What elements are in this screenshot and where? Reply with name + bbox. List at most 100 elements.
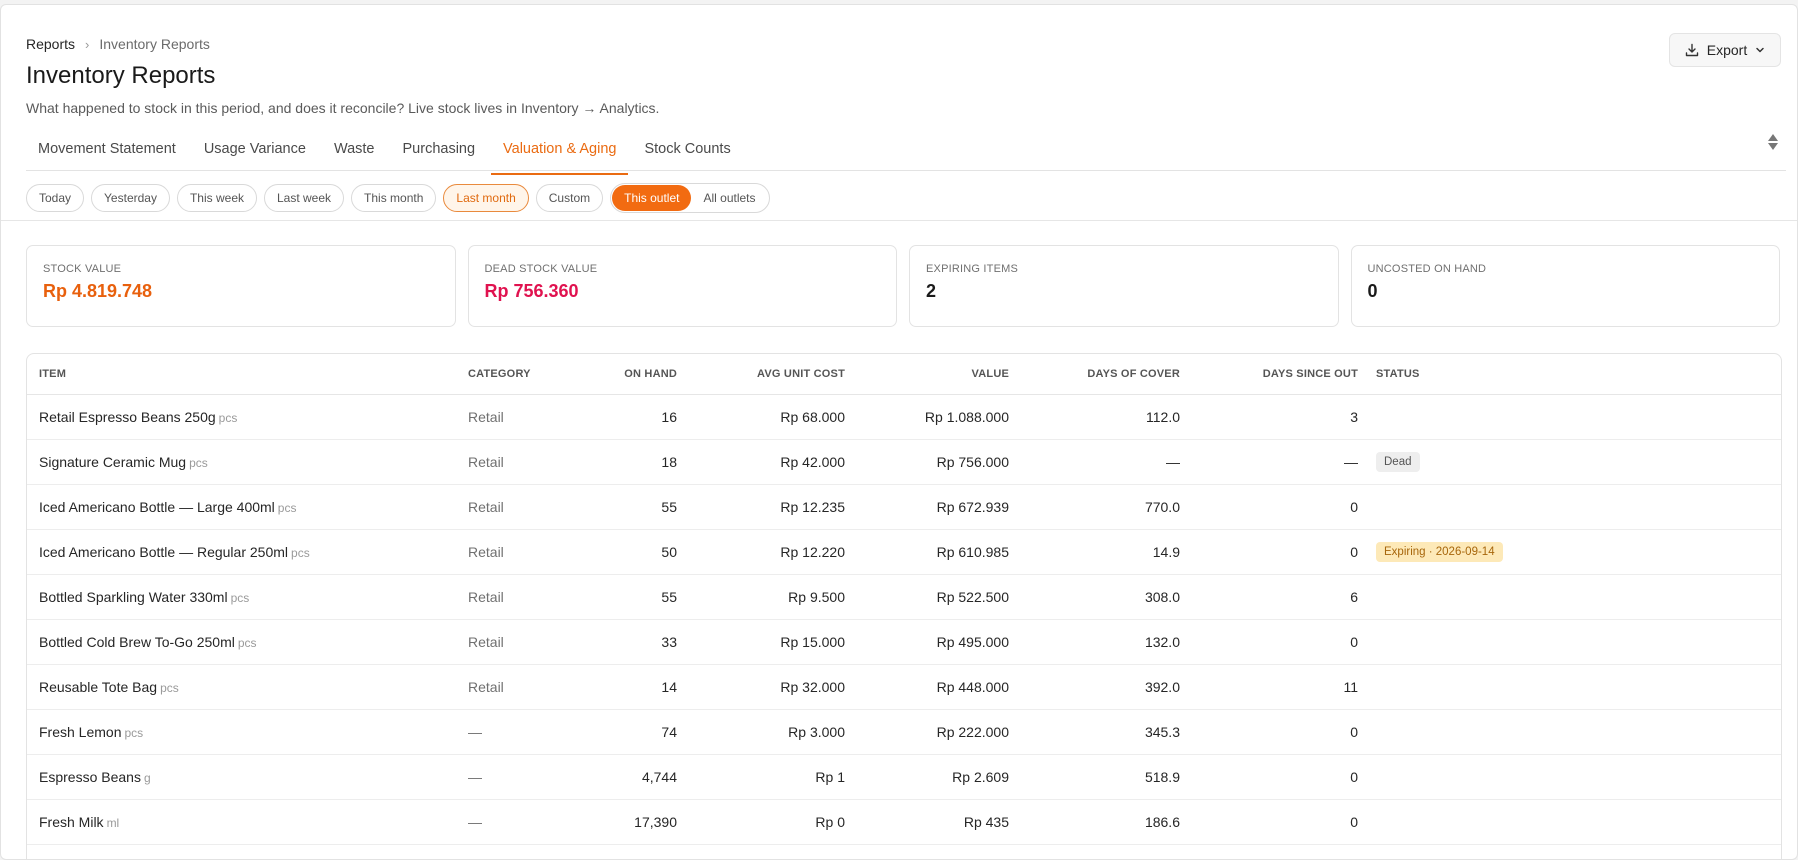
cell-on-hand: 74 [578,709,677,755]
column-header-days-since-out[interactable]: DAYS SINCE OUT [1180,354,1358,395]
cell-value: Rp 522.500 [845,574,1009,620]
column-header-item[interactable]: ITEM [27,354,468,395]
item-name: Bottled Sparkling Water 330ml [39,588,228,605]
table-row[interactable]: Fresh Lemon pcs —74 Rp 3.000 Rp 222.000 345.3… [27,709,1781,755]
cell-avg-unit-cost: Rp 68.000 [677,394,845,440]
page-header: Reports › Inventory Reports Inventory Re… [1,5,1797,221]
valuation-table: ITEM CATEGORY ON HAND AVG UNIT COST VALU… [27,354,1781,845]
kpi-card-dead-stock-value: DEAD STOCK VALUE Rp 756.360 [467,245,897,327]
column-header-value[interactable]: VALUE [845,354,1009,395]
kpi-card-stock-value: STOCK VALUE Rp 4.819.748 [26,245,456,327]
tab-scroll-control[interactable] [1768,134,1778,150]
table-row[interactable]: Bottled Cold Brew To-Go 250ml pcs Retail 33… [27,619,1781,665]
kpi-value: Rp 756.360 [484,281,579,301]
column-header-status[interactable]: STATUS [1358,354,1781,395]
cell-days-since-out: 11 [1180,664,1358,710]
scroll-up-icon[interactable] [1768,134,1778,141]
table-row[interactable]: Signature Ceramic Mug pcs Retail 18 Rp 42.00… [27,439,1781,485]
cell-status [1358,799,1781,845]
cell-item: Fresh Milk ml [27,799,468,845]
scope-all-outlets[interactable]: All outlets [691,185,767,211]
item-unit: pcs [230,590,250,605]
cell-item: Iced Americano Bottle — Large 400ml pcs [27,484,468,530]
kpi-label: DEAD STOCK VALUE [484,263,598,275]
item-name: Reusable Tote Bag [39,678,158,695]
cell-on-hand: 50 [578,529,677,575]
app-frame: Reports › Inventory Reports Inventory Re… [0,4,1798,860]
cell-value: Rp 1.088.000 [845,394,1009,440]
scroll-down-icon[interactable] [1768,143,1778,150]
filter-bar: Today Yesterday This week Last week This mon… [26,183,1797,213]
date-filter-last-month[interactable]: Last month [443,184,529,212]
item-name: Bottled Cold Brew To-Go 250ml [39,633,235,650]
cell-on-hand: 18 [578,439,677,485]
item-name: Iced Americano Bottle — Regular 250ml [39,543,289,560]
cell-item: Iced Americano Bottle — Regular 250ml pcs [27,529,468,575]
cell-status [1358,754,1781,800]
cell-on-hand: 16 [578,394,677,440]
export-button[interactable]: Export [1669,33,1781,67]
scope-this-outlet[interactable]: This outlet [612,185,692,211]
table-row[interactable]: Iced Americano Bottle — Regular 250ml pcs… [27,529,1781,575]
cell-value: Rp 610.985 [845,529,1009,575]
cell-on-hand: 55 [578,484,677,530]
date-filter-last-week[interactable]: Last week [264,184,345,212]
status-badge: Dead [1376,451,1420,472]
tab-waste[interactable]: Waste [322,132,387,170]
cell-on-hand: 17,390 [578,799,677,845]
cell-category: Retail [468,619,578,665]
item-name: Fresh Lemon [39,723,122,740]
valuation-table-card: ITEM CATEGORY ON HAND AVG UNIT COST VALU… [26,353,1782,859]
column-header-days-of-cover[interactable]: DAYS OF COVER [1009,354,1180,395]
cell-category: Retail [468,394,578,440]
cell-status: Dead [1358,439,1781,485]
cell-value: Rp 222.000 [845,709,1009,755]
tab-movement-statement[interactable]: Movement Statement [26,132,188,170]
cell-item: Espresso Beans g [27,754,468,800]
column-header-category[interactable]: CATEGORY [468,354,578,395]
column-header-on-hand[interactable]: ON HAND [578,354,677,395]
table-row[interactable]: Reusable Tote Bag pcs Retail 14 Rp 32.000 Rp … [27,664,1781,710]
tab-purchasing[interactable]: Purchasing [391,132,488,170]
date-filter-this-month[interactable]: This month [351,184,437,212]
page-subtitle: What happened to stock in this period, a… [26,100,660,116]
table-row[interactable]: Bottled Sparkling Water 330ml pcs Retail 55… [27,574,1781,620]
date-filter-today[interactable]: Today [26,184,85,212]
table-row[interactable]: Iced Americano Bottle — Large 400ml pcs Re… [27,484,1781,530]
item-unit: ml [106,815,120,830]
table-row[interactable]: Fresh Milk ml —17,390 Rp 0 Rp 435 186.6 0 [27,799,1781,845]
cell-avg-unit-cost: Rp 1 [677,754,845,800]
cell-item: Fresh Lemon pcs [27,709,468,755]
kpi-value: 0 [1367,281,1378,301]
item-unit: pcs [277,500,297,515]
tab-valuation-aging[interactable]: Valuation & Aging [491,132,629,175]
cell-category: — [468,754,578,800]
cell-avg-unit-cost: Rp 32.000 [677,664,845,710]
cell-category: Retail [468,529,578,575]
cell-days-of-cover: 132.0 [1009,619,1180,665]
cell-days-since-out: 3 [1180,394,1358,440]
cell-status [1358,619,1781,665]
column-header-avg-unit-cost[interactable]: AVG UNIT COST [677,354,845,395]
tab-stock-counts[interactable]: Stock Counts [632,132,742,170]
cell-avg-unit-cost: Rp 9.500 [677,574,845,620]
date-filter-this-week[interactable]: This week [176,184,257,212]
cell-status [1358,574,1781,620]
table-row[interactable]: Retail Espresso Beans 250g pcs Retail 16 Rp … [27,394,1781,440]
export-button-label: Export [1706,42,1748,58]
table-row[interactable]: Espresso Beans g —4,744 Rp 1 Rp 2.609 518.9 0 [27,754,1781,800]
cell-days-since-out: 0 [1180,619,1358,665]
cell-status [1358,484,1781,530]
breadcrumb-reports-link[interactable]: Reports [26,36,75,52]
cell-days-of-cover: 392.0 [1009,664,1180,710]
cell-days-of-cover: 770.0 [1009,484,1180,530]
cell-avg-unit-cost: Rp 3.000 [677,709,845,755]
report-tabs: Movement Statement Usage Variance Waste Pur… [26,132,1786,175]
cell-category: Retail [468,664,578,710]
status-badge: Expiring · 2026-09-14 [1376,541,1503,562]
date-filter-custom[interactable]: Custom [535,184,604,212]
cell-value: Rp 672.939 [845,484,1009,530]
cell-avg-unit-cost: Rp 15.000 [677,619,845,665]
tab-usage-variance[interactable]: Usage Variance [192,132,318,170]
date-filter-yesterday[interactable]: Yesterday [91,184,170,212]
